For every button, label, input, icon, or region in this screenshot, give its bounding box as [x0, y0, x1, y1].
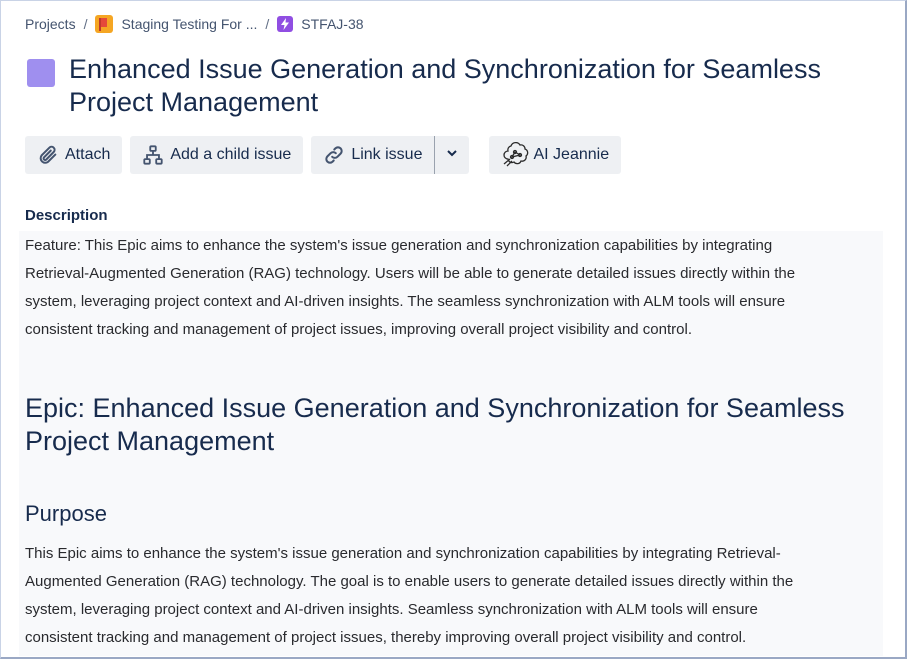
epic-heading: Epic: Enhanced Issue Generation and Sync…	[25, 393, 845, 456]
issue-title[interactable]: Enhanced Issue Generation and Synchroniz…	[69, 53, 865, 119]
add-child-label: Add a child issue	[170, 146, 292, 163]
project-flag-icon	[95, 15, 114, 33]
breadcrumb-separator: /	[83, 16, 88, 32]
issue-title-row: Enhanced Issue Generation and Synchroniz…	[27, 53, 865, 119]
link-issue-label: Link issue	[351, 146, 423, 163]
breadcrumb-projects-link[interactable]: Projects	[25, 16, 76, 32]
breadcrumb-issue-key: STFAJ-38	[301, 16, 364, 32]
description-feature-line: consistent tracking and management of pr…	[25, 321, 692, 338]
ai-jeannie-label: AI Jeannie	[533, 146, 610, 163]
paperclip-icon	[37, 144, 59, 166]
ai-jeannie-button[interactable]: AI Jeannie	[489, 136, 622, 174]
purpose-line: This Epic aims to enhance the system's i…	[25, 545, 781, 562]
epic-lightning-icon	[277, 16, 294, 32]
chevron-down-icon	[445, 146, 459, 165]
link-issue-more-button[interactable]	[434, 136, 470, 174]
purpose-line: Augmented Generation (RAG) technology. T…	[25, 573, 794, 590]
hierarchy-icon	[142, 144, 164, 166]
link-issue-split-button: Link issue	[311, 136, 470, 174]
description-feature-line: Retrieval-Augmented Generation (RAG) tec…	[25, 265, 796, 282]
breadcrumb-project-name: Staging Testing For ...	[121, 16, 258, 32]
purpose-line: consistent tracking and management of pr…	[25, 629, 747, 646]
description-feature-line: Feature: This Epic aims to enhance the s…	[25, 237, 773, 254]
breadcrumb: Projects / Staging Testing For ... / STF…	[25, 13, 364, 35]
link-icon	[323, 144, 345, 166]
purpose-heading: Purpose	[25, 501, 107, 526]
issue-view: Projects / Staging Testing For ... / STF…	[0, 0, 907, 659]
link-issue-button[interactable]: Link issue	[311, 136, 435, 174]
description-feature-line: system, leveraging project context and A…	[25, 293, 786, 310]
breadcrumb-project-link[interactable]: Staging Testing For ...	[95, 15, 257, 33]
issue-toolbar: Attach Add a child issue Link issue AI J…	[25, 136, 629, 174]
ai-brain-icon	[501, 142, 531, 168]
purpose-line: system, leveraging project context and A…	[25, 601, 758, 618]
attach-label: Attach	[65, 146, 111, 163]
breadcrumb-separator: /	[265, 16, 270, 32]
issue-type-swatch[interactable]	[27, 59, 55, 87]
breadcrumb-issue-link[interactable]: STFAJ-38	[277, 16, 364, 32]
description-label: Description	[25, 207, 108, 224]
attach-button[interactable]: Attach	[25, 136, 123, 174]
add-child-issue-button[interactable]: Add a child issue	[130, 136, 304, 174]
